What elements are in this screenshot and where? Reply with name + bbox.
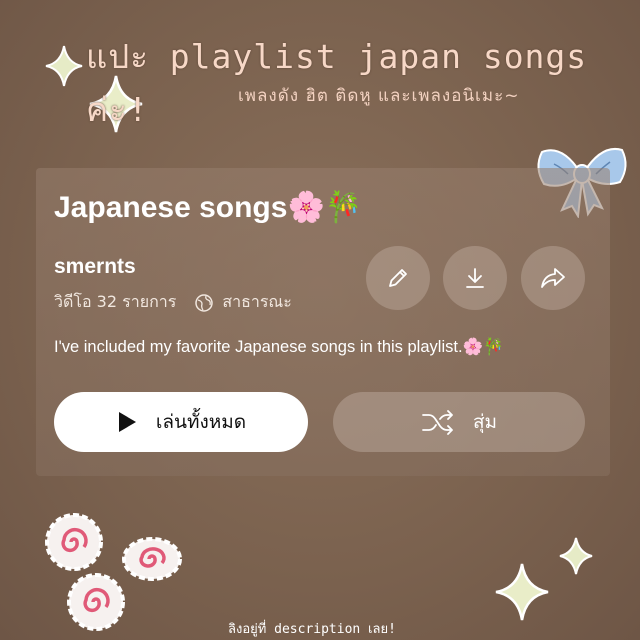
narutomaki-icon — [67, 573, 125, 631]
shuffle-label: สุ่ม — [472, 411, 498, 433]
edit-button[interactable] — [366, 246, 430, 310]
sparkle-icon — [495, 563, 549, 621]
globe-icon — [195, 293, 214, 312]
playlist-title: Japanese songs🌸🎋 — [54, 191, 363, 224]
narutomaki-icon — [122, 537, 182, 581]
play-all-button[interactable]: เล่นทั้งหมด — [54, 392, 308, 452]
pencil-icon — [389, 269, 407, 287]
share-icon — [541, 268, 565, 288]
narutomaki-icon — [45, 513, 103, 571]
share-button[interactable] — [521, 246, 585, 310]
sparkle-icon — [559, 537, 593, 575]
overlay-subtitle: เพลงดัง ฮิต ติดหู และเพลงอนิเมะ~ — [238, 86, 520, 106]
shuffle-icon — [422, 410, 453, 435]
shuffle-button[interactable]: สุ่ม — [333, 392, 585, 452]
playlist-meta: วิดีโอ 32 รายการ สาธารณะ — [54, 290, 292, 315]
play-icon — [118, 412, 136, 432]
download-icon — [466, 268, 484, 288]
sparkle-icon — [45, 45, 83, 87]
play-all-label: เล่นทั้งหมด — [155, 411, 247, 433]
playlist-description: I've included my favorite Japanese songs… — [54, 338, 504, 356]
visibility-label: สาธารณะ — [222, 292, 292, 311]
video-count: วิดีโอ 32 รายการ — [54, 292, 177, 311]
download-button[interactable] — [443, 246, 507, 310]
footer-note: ลิงอยู่ที่ description เลย! — [228, 622, 396, 637]
playlist-owner[interactable]: smernts — [54, 255, 136, 279]
